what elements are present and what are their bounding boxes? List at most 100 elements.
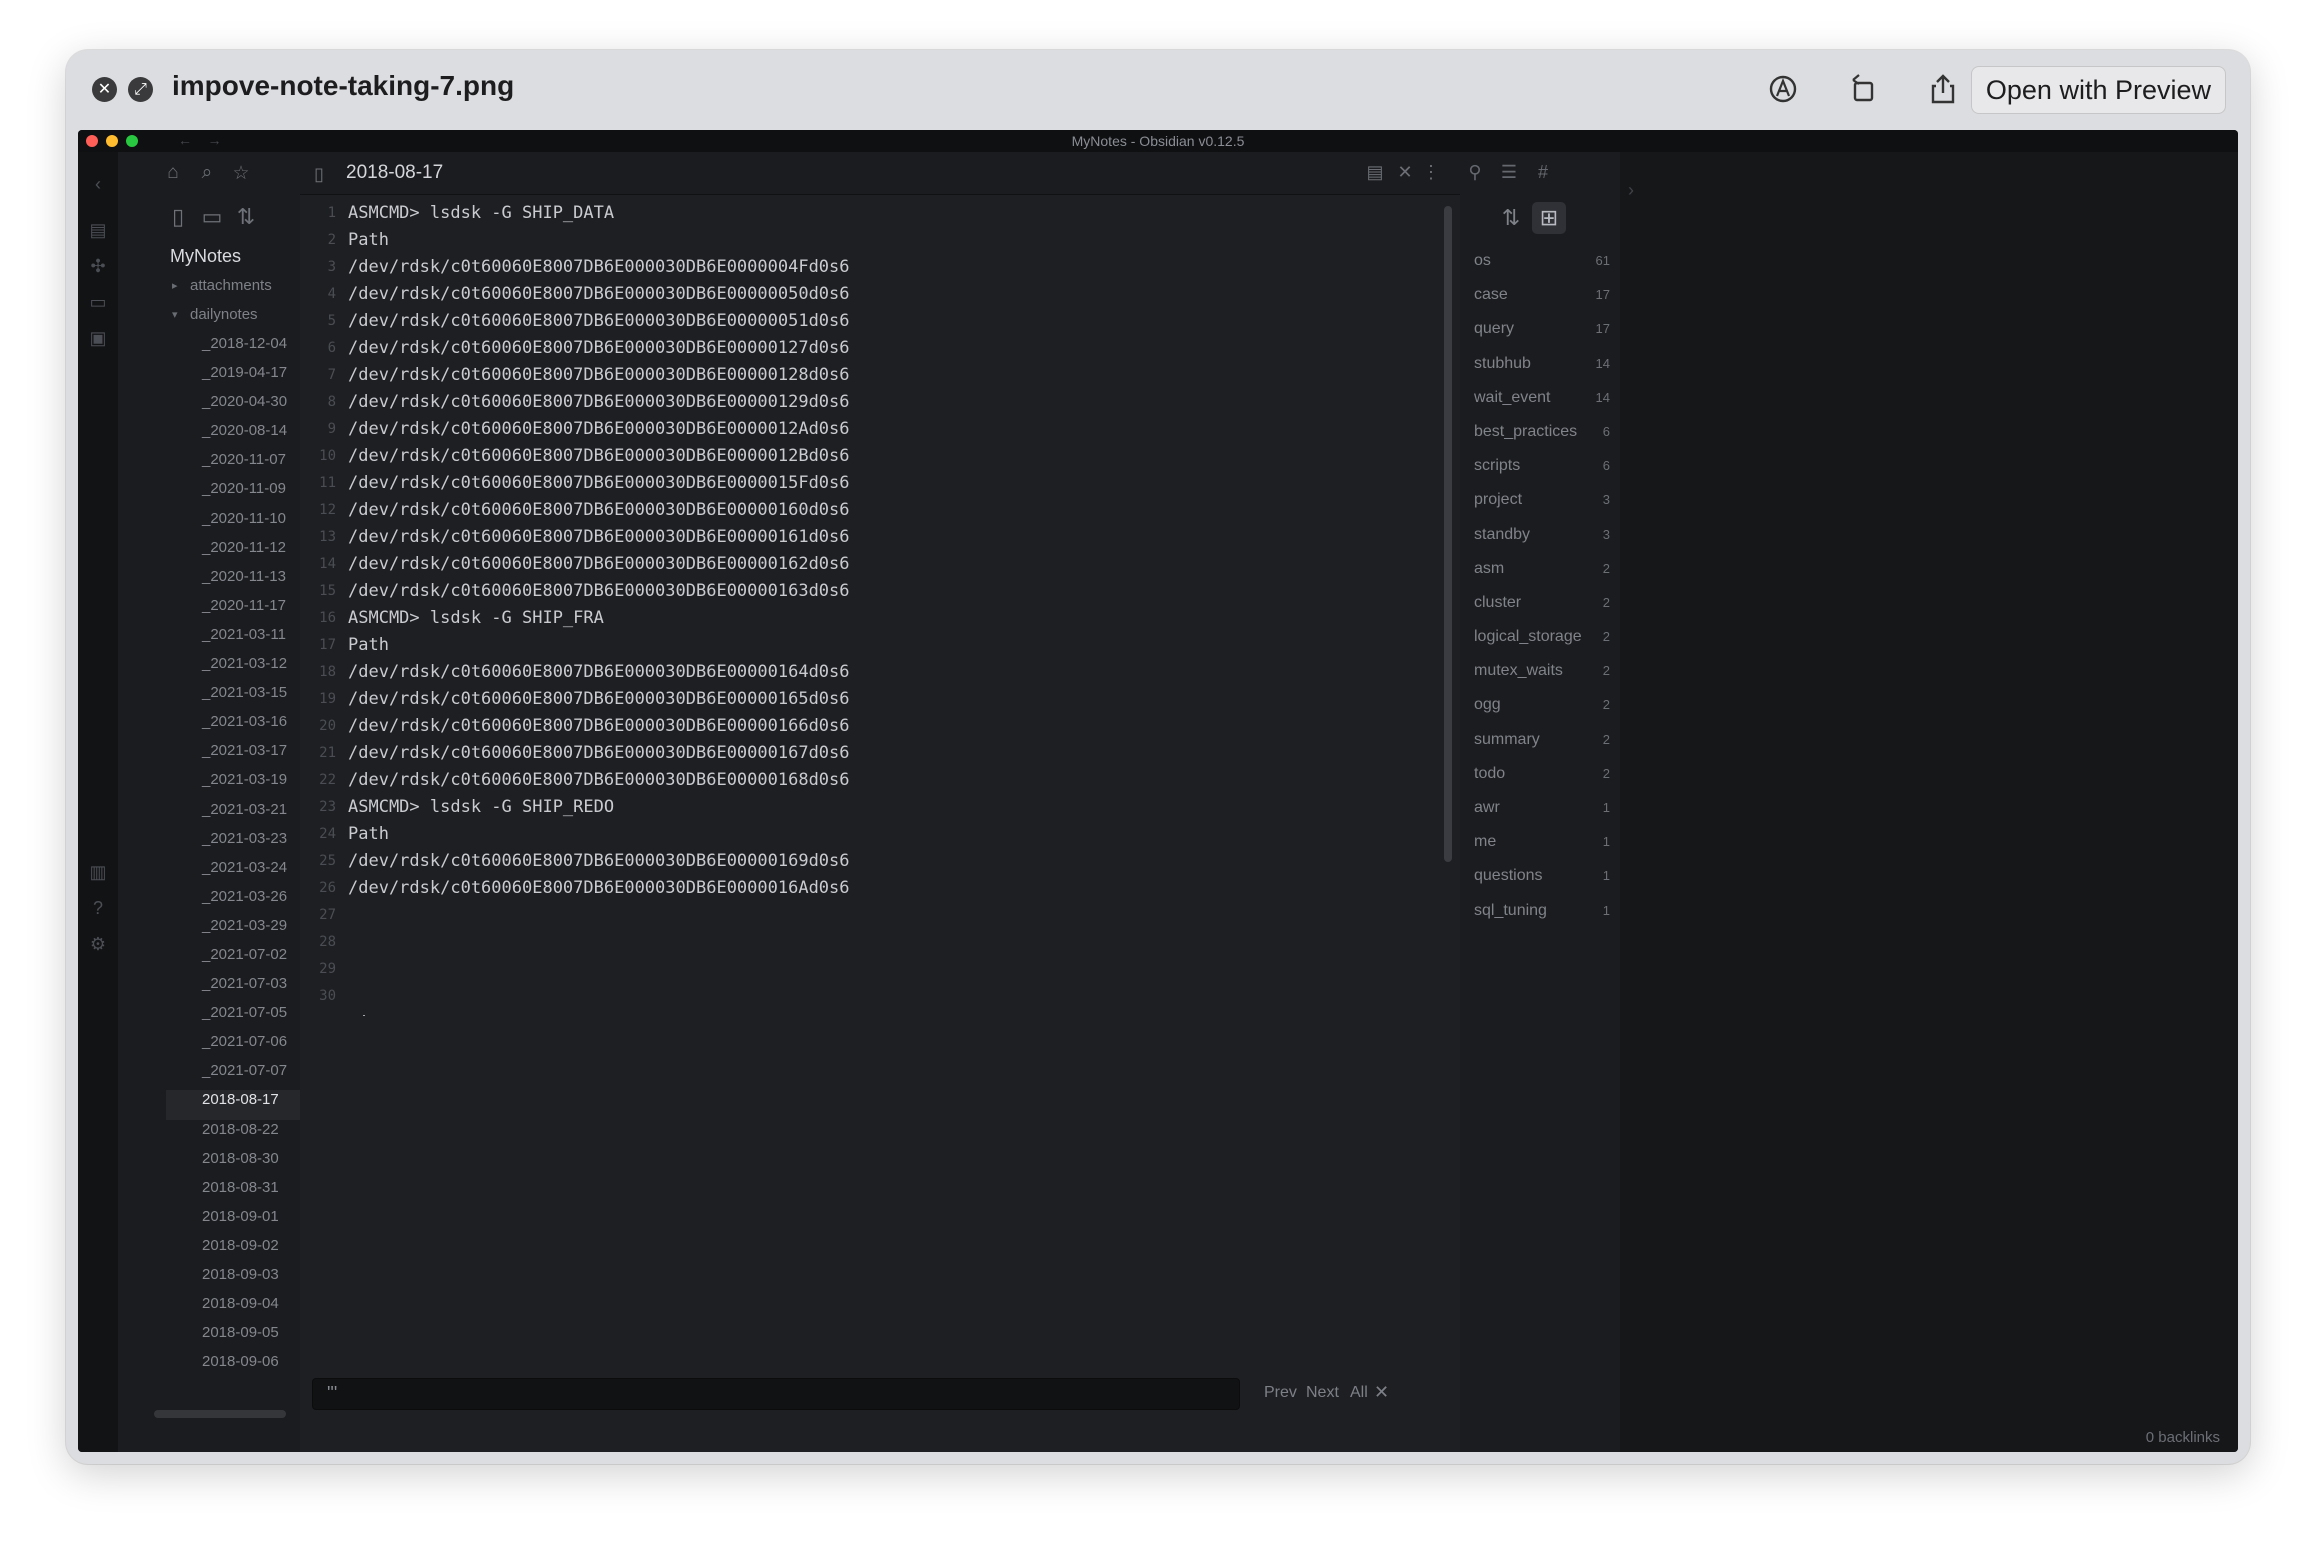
line-text: /dev/rdsk/c0t60060E8007DB6E000030DB6E000… — [348, 878, 850, 898]
open-with-preview-button[interactable]: Open with Preview — [1970, 66, 2226, 114]
tag-item[interactable]: os 61 — [1474, 250, 1610, 284]
tag-item[interactable]: best_practices 6 — [1474, 421, 1610, 455]
tag-item[interactable]: query 17 — [1474, 318, 1610, 352]
line-number: 14 — [319, 556, 336, 572]
line-text: sjr — [348, 1010, 379, 1016]
editor-scrollbar[interactable] — [1444, 206, 1452, 862]
share-icon[interactable] — [1926, 72, 1960, 106]
tree-view-icon[interactable]: ⊞ — [1532, 202, 1566, 234]
tag-item[interactable]: mutex_waits 2 — [1474, 660, 1610, 694]
graph-icon[interactable]: ✣ — [88, 256, 108, 276]
editor-line: 12/dev/rdsk/c0t60060E8007DB6E000030DB6E0… — [300, 497, 1400, 524]
templates-icon[interactable]: ▭ — [88, 292, 108, 312]
folder-icon[interactable]: ⌂ — [162, 162, 184, 184]
line-number: 20 — [319, 718, 336, 734]
editor-line: 4/dev/rdsk/c0t60060E8007DB6E000030DB6E00… — [300, 281, 1400, 308]
prev-button[interactable]: Prev — [1264, 1384, 1297, 1402]
line-text: /dev/rdsk/c0t60060E8007DB6E000030DB6E000… — [348, 527, 850, 547]
markup-icon[interactable] — [1766, 72, 1800, 106]
line-text: /dev/rdsk/c0t60060E8007DB6E000030DB6E000… — [348, 365, 850, 385]
backlinks-icon[interactable]: ⚲ — [1464, 162, 1486, 184]
tag-item[interactable]: summary 2 — [1474, 729, 1610, 763]
close-search-icon[interactable]: ✕ — [1374, 1382, 1389, 1403]
line-number: 22 — [319, 772, 336, 788]
line-number: 17 — [319, 637, 336, 653]
editor-body[interactable]: 1 ASMCMD> lsdsk -G SHIP_DATA 2 Path 3/dev/rd… — [300, 196, 1442, 1016]
sidebar-horizontal-scrollbar[interactable] — [154, 1410, 286, 1418]
tag-name: cluster — [1474, 593, 1522, 611]
tag-item[interactable]: stubhub 14 — [1474, 353, 1610, 387]
tag-item[interactable]: asm 2 — [1474, 558, 1610, 592]
line-text: /dev/rdsk/c0t60060E8007DB6E000030DB6E000… — [348, 689, 850, 709]
new-note-icon[interactable]: ▯ — [164, 204, 192, 232]
tag-item[interactable]: cluster 2 — [1474, 592, 1610, 626]
line-number: 27 — [319, 907, 336, 923]
star-icon[interactable]: ☆ — [230, 162, 252, 184]
more-options-icon[interactable]: ⋮ — [1420, 162, 1442, 184]
tag-name: project — [1474, 491, 1523, 509]
editor-header: ▯ 2018-08-17 ▤ ✕ ⋮ — [300, 152, 1460, 195]
tag-name: todo — [1474, 764, 1506, 782]
editor-line: 27 — [300, 902, 1400, 929]
tag-item[interactable]: todo 2 — [1474, 763, 1610, 797]
close-icon[interactable]: ✕ — [92, 77, 117, 102]
line-number: 19 — [319, 691, 336, 707]
tag-name: os — [1474, 252, 1491, 269]
vault-icon[interactable]: ▥ — [88, 862, 108, 882]
editor-line: 26/dev/rdsk/c0t60060E8007DB6E000030DB6E0… — [300, 875, 1400, 902]
line-number: 24 — [319, 826, 336, 842]
line-text: Path — [348, 824, 389, 844]
tag-item[interactable]: project 3 — [1474, 489, 1610, 523]
line-number: 8 — [327, 394, 336, 410]
daily-note-icon[interactable]: ▣ — [88, 328, 108, 348]
tag-count: 14 — [1595, 389, 1610, 405]
help-icon[interactable]: ? — [88, 898, 108, 918]
editor-line: 6/dev/rdsk/c0t60060E8007DB6E000030DB6E00… — [300, 335, 1400, 362]
note-title[interactable]: 2018-08-17 — [346, 162, 443, 184]
tag-item[interactable]: questions 1 — [1474, 865, 1610, 899]
tag-item[interactable]: standby 3 — [1474, 524, 1610, 558]
rotate-icon[interactable] — [1846, 72, 1880, 106]
tag-name: standby — [1474, 525, 1531, 543]
tag-name: sql_tuning — [1474, 901, 1547, 919]
editor-line: 11/dev/rdsk/c0t60060E8007DB6E000030DB6E0… — [300, 470, 1400, 497]
line-text: /dev/rdsk/c0t60060E8007DB6E000030DB6E000… — [348, 338, 850, 358]
tag-item[interactable]: sql_tuning 1 — [1474, 900, 1610, 934]
all-button[interactable]: All — [1350, 1384, 1368, 1402]
tag-item[interactable]: ogg 2 — [1474, 694, 1610, 728]
tag-item[interactable]: logical_storage 2 — [1474, 626, 1610, 660]
sort-icon[interactable]: ⇅ — [232, 204, 260, 232]
new-folder-icon[interactable]: ▭ — [198, 204, 226, 232]
line-number: 9 — [327, 421, 336, 437]
close-pane-icon[interactable]: ✕ — [1394, 162, 1416, 184]
line-text: /dev/rdsk/c0t60060E8007DB6E000030DB6E000… — [348, 662, 850, 682]
settings-icon[interactable]: ⚙ — [88, 934, 108, 954]
line-text: /dev/rdsk/c0t60060E8007DB6E000030DB6E000… — [348, 500, 850, 520]
tag-name: scripts — [1474, 457, 1521, 475]
tag-name: summary — [1474, 730, 1540, 748]
tag-item[interactable]: awr 1 — [1474, 797, 1610, 831]
tag-item[interactable]: me 1 — [1474, 831, 1610, 865]
fullscreen-icon[interactable]: ⤢ — [128, 77, 153, 102]
sort-tags-icon[interactable]: ⇅ — [1494, 202, 1528, 234]
right-ribbon: › 0 backlinks — [1620, 152, 2238, 1452]
expand-right-icon[interactable]: › — [1628, 180, 1634, 201]
search-icon[interactable]: ⌕ — [196, 162, 218, 184]
preview-toggle-icon[interactable]: ▤ — [1364, 162, 1386, 184]
line-number: 11 — [319, 475, 336, 491]
editor-line: 1 ASMCMD> lsdsk -G SHIP_DATA — [300, 200, 1400, 227]
search-input[interactable]: ''' — [312, 1378, 1240, 1410]
chevron-right-icon: ▸ — [172, 280, 178, 292]
outline-icon[interactable]: ☰ — [1498, 162, 1520, 184]
collapse-icon[interactable]: ‹ — [88, 174, 108, 194]
tag-item[interactable]: wait_event 14 — [1474, 387, 1610, 421]
tag-count: 3 — [1602, 526, 1610, 542]
next-button[interactable]: Next — [1306, 1384, 1339, 1402]
quick-switcher-icon[interactable]: ▤ — [88, 220, 108, 240]
tag-icon[interactable]: # — [1532, 162, 1554, 184]
line-number: 16 — [319, 610, 336, 626]
tag-item[interactable]: case 17 — [1474, 284, 1610, 318]
tag-item[interactable]: scripts 6 — [1474, 455, 1610, 489]
editor-line: 22/dev/rdsk/c0t60060E8007DB6E000030DB6E0… — [300, 767, 1400, 794]
tag-name: best_practices — [1474, 422, 1578, 440]
